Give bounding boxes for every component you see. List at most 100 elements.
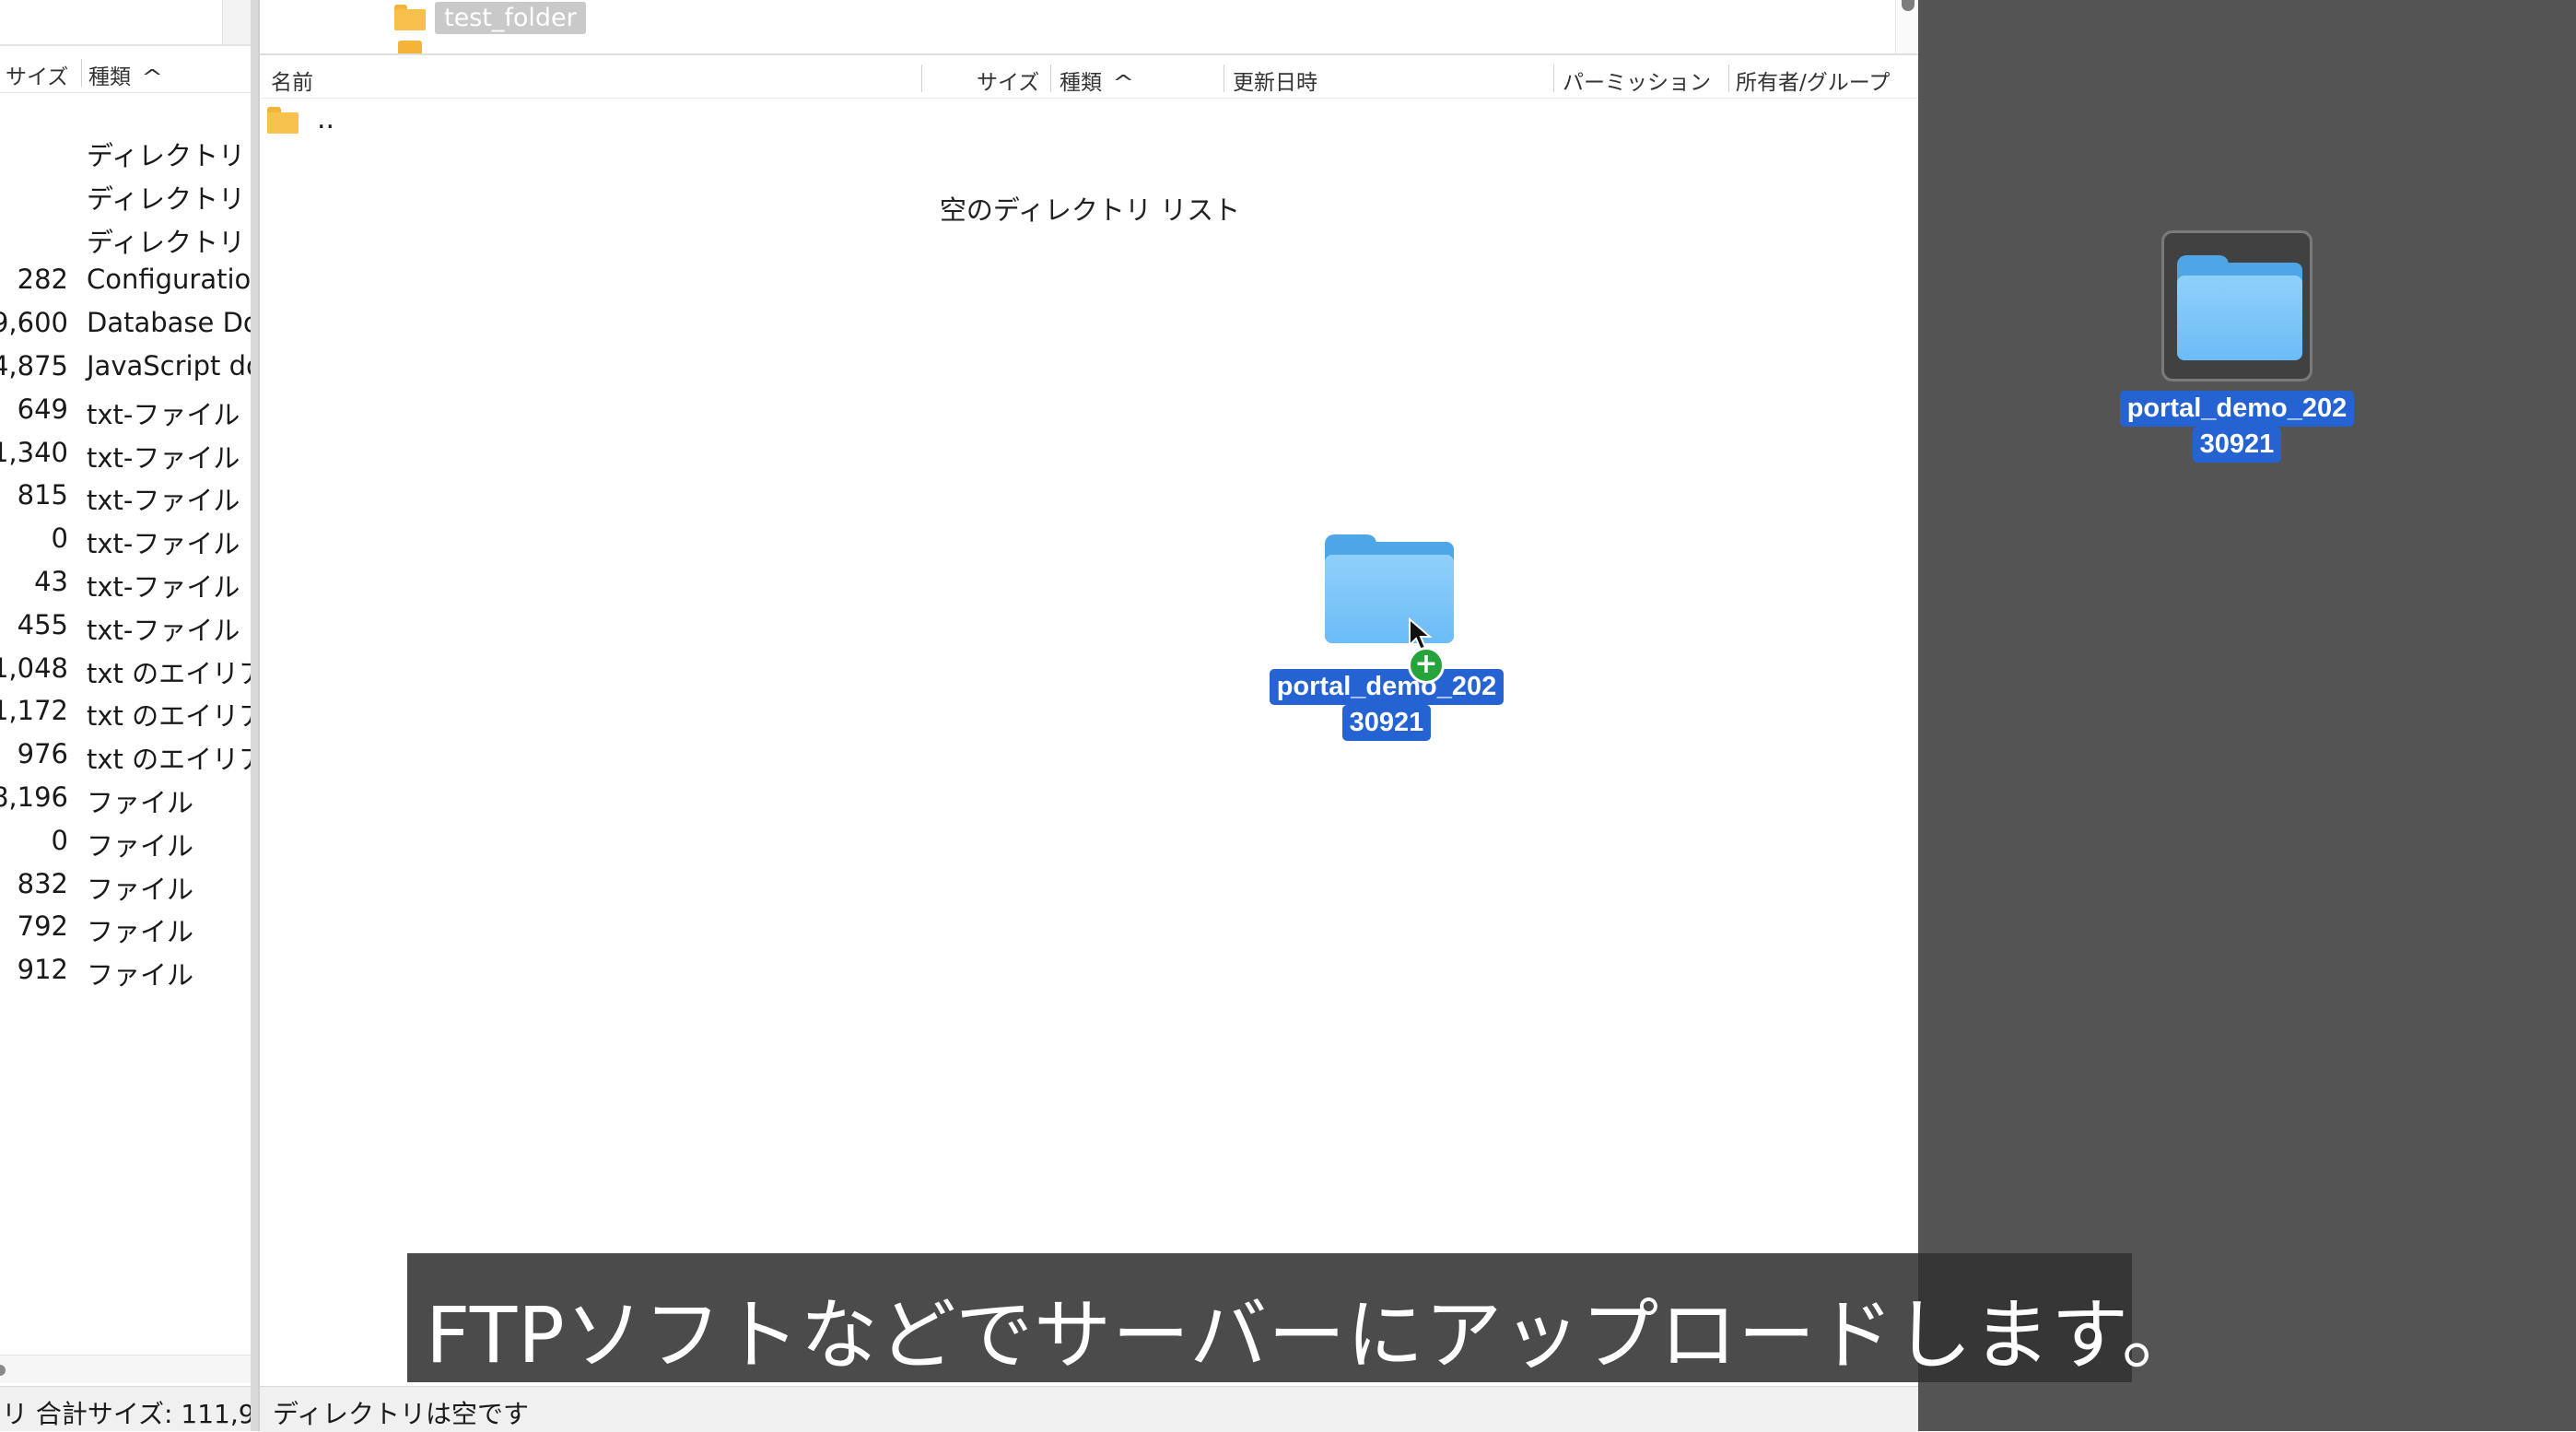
folder-icon xyxy=(1325,534,1454,643)
folder-icon xyxy=(267,107,299,134)
scrollbar-thumb[interactable] xyxy=(0,1365,6,1376)
file-type: txt-ファイル xyxy=(87,398,240,430)
parent-directory-label: .. xyxy=(317,103,335,135)
file-size: 0 xyxy=(51,522,68,555)
list-item[interactable]: 8,196 ファイル xyxy=(0,776,251,819)
local-file-pane: サイズ 種類 ^ ディレクトリ ディレクトリ ディレクトリ 282 Configur… xyxy=(0,0,258,1431)
remote-status-text: ディレクトリは空です xyxy=(273,1399,530,1429)
file-type: txt-ファイル xyxy=(87,614,240,646)
column-header-name[interactable]: 名前 xyxy=(271,65,313,96)
list-item[interactable]: 0 txt-ファイル xyxy=(0,517,251,560)
column-separator[interactable] xyxy=(81,59,82,87)
drag-folder-name: portal_demo_202 30921 xyxy=(1264,669,1509,741)
scrollbar-thumb[interactable] xyxy=(1902,0,1914,11)
remote-status-bar: ディレクトリは空です xyxy=(260,1386,1920,1432)
remote-list-header: 名前 サイズ 種類 ^ 更新日時 パーミッション 所有者/グループ xyxy=(260,59,1920,99)
column-header-permission[interactable]: パーミッション xyxy=(1563,65,1711,96)
file-type: txt-ファイル xyxy=(87,441,240,474)
file-size: 649 xyxy=(17,393,68,425)
column-header-modified[interactable]: 更新日時 xyxy=(1233,65,1317,96)
local-tree-scrollbar[interactable] xyxy=(222,0,251,44)
column-header-owner-group[interactable]: 所有者/グループ xyxy=(1736,65,1890,96)
list-item[interactable]: 832 ファイル xyxy=(0,863,251,906)
list-item[interactable]: 4,875JavaScript do xyxy=(0,345,251,388)
file-type: ファイル xyxy=(87,959,194,992)
list-item[interactable]: ディレクトリ xyxy=(0,129,251,172)
file-size: 1,340 xyxy=(0,436,68,468)
file-size: 43 xyxy=(34,565,68,597)
tree-item-test-folder[interactable]: test_folder xyxy=(394,0,586,35)
file-type: txt-ファイル xyxy=(87,485,240,517)
file-type: ディレクトリ xyxy=(87,140,245,171)
file-size: 9,600 xyxy=(0,307,68,339)
column-separator[interactable] xyxy=(1728,65,1729,92)
parent-directory-row[interactable]: .. xyxy=(267,103,334,136)
list-item[interactable]: 455 txt-ファイル xyxy=(0,604,251,647)
file-size: 4,875 xyxy=(0,349,68,381)
column-header-type-label: 種類 xyxy=(1060,71,1102,95)
list-item[interactable]: 1,340 txt-ファイル xyxy=(0,431,251,475)
file-type: txt-ファイル xyxy=(87,570,240,603)
list-item[interactable]: 43 txt-ファイル xyxy=(0,560,251,604)
desktop-folder-name-line2: 30921 xyxy=(2192,427,2282,463)
column-separator[interactable] xyxy=(1050,65,1051,92)
video-subtitle: FTPソフトなどでサーバーにアップロードします。 xyxy=(407,1253,2199,1382)
local-status-text: リ 合計サイズ: 111,98 xyxy=(2,1399,258,1429)
column-separator[interactable] xyxy=(1553,65,1554,92)
file-type: Database Do xyxy=(87,307,258,339)
list-item[interactable]: ディレクトリ xyxy=(0,216,251,259)
list-item[interactable]: 282 Configuration xyxy=(0,258,251,301)
list-item[interactable]: 0 ファイル xyxy=(0,819,251,863)
list-item[interactable]: 1,172txt のエイリア xyxy=(0,689,251,733)
desktop-folder-item[interactable] xyxy=(2161,230,2313,381)
column-header-type[interactable]: 種類 ^ xyxy=(1060,65,1134,96)
column-header-size[interactable]: サイズ xyxy=(977,65,1039,96)
file-size: 0 xyxy=(51,824,68,856)
file-type: ディレクトリ xyxy=(87,226,245,258)
file-type: ファイル xyxy=(87,829,194,862)
folder-icon xyxy=(2177,255,2302,360)
file-type: txt-ファイル xyxy=(87,528,240,560)
column-header-size[interactable]: サイズ xyxy=(6,59,68,90)
column-header-type[interactable]: 種類 ^ xyxy=(88,59,164,90)
file-size: 976 xyxy=(17,738,68,770)
subtitle-text: FTPソフトなどでサーバーにアップロードします。 xyxy=(426,1290,2200,1380)
desktop-folder-name-line1: portal_demo_202 xyxy=(2119,391,2355,427)
file-size: 8,196 xyxy=(0,781,68,813)
drag-folder-name-line2: 30921 xyxy=(1341,705,1432,741)
list-item[interactable]: ディレクトリ xyxy=(0,172,251,216)
remote-tree-view[interactable]: test_folder xyxy=(260,0,1920,55)
desktop-folder-name[interactable]: portal_demo_202 30921 xyxy=(2108,391,2366,463)
add-plus-badge-icon: + xyxy=(1408,647,1445,684)
file-type: txt のエイリア xyxy=(87,744,258,776)
sort-ascending-icon: ^ xyxy=(141,66,164,89)
local-list-header: サイズ 種類 ^ xyxy=(0,53,251,93)
file-type: txt のエイリア xyxy=(87,657,258,689)
file-type: ファイル xyxy=(87,873,194,905)
file-size: 1,172 xyxy=(0,695,68,727)
file-type: txt のエイリア xyxy=(87,700,258,733)
list-item[interactable]: 9,600Database Do xyxy=(0,301,251,345)
drag-preview: portal_demo_202 30921 xyxy=(1264,534,1509,746)
file-size: 832 xyxy=(17,867,68,899)
local-tree-view[interactable] xyxy=(0,0,251,46)
file-size: 1,048 xyxy=(0,651,68,684)
file-size: 455 xyxy=(17,608,68,640)
local-status-bar: リ 合計サイズ: 111,98 xyxy=(0,1386,251,1431)
list-item[interactable]: 815 txt-ファイル xyxy=(0,474,251,517)
list-item[interactable]: 912 ファイル xyxy=(0,948,251,992)
file-type: ディレクトリ xyxy=(87,182,245,215)
remote-tree-scrollbar[interactable] xyxy=(1895,0,1920,53)
desktop-area: portal_demo_202 30921 xyxy=(1918,0,2576,1431)
list-item[interactable]: 976 txt のエイリア xyxy=(0,733,251,776)
file-size: 282 xyxy=(17,264,68,296)
drag-folder-name-line1: portal_demo_202 xyxy=(1269,669,1505,705)
list-item[interactable]: 649 txt-ファイル xyxy=(0,388,251,431)
list-item[interactable]: 792 ファイル xyxy=(0,905,251,948)
list-item[interactable]: 1,048txt のエイリア xyxy=(0,647,251,690)
local-horizontal-scrollbar[interactable] xyxy=(0,1355,251,1383)
file-size: 815 xyxy=(17,479,68,511)
file-type: JavaScript do xyxy=(87,349,258,381)
column-separator[interactable] xyxy=(921,65,922,92)
folder-icon xyxy=(394,5,426,30)
